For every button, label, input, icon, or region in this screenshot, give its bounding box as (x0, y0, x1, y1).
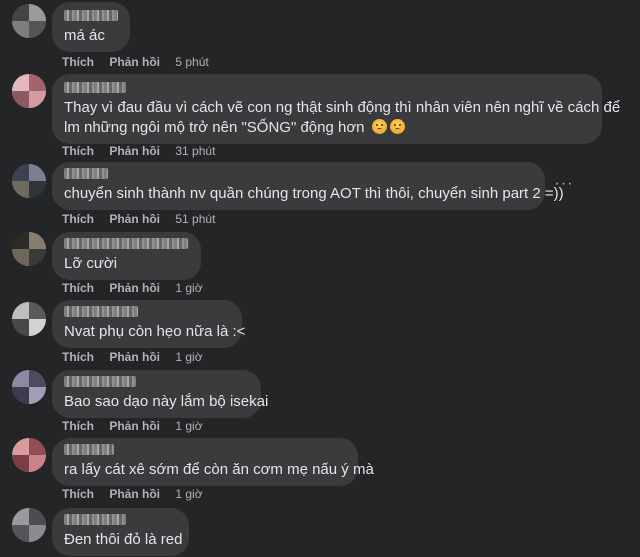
reply-button[interactable]: Phản hồi (109, 55, 160, 69)
comment-text: Đen thôi đỏ là red (64, 531, 183, 548)
comment-text: Bao sao dạo này lắm bộ isekai (64, 393, 269, 410)
comment-bubble: Đen thôi đỏ là red (52, 508, 189, 556)
comment-text: chuyển sinh thành nv quần chúng trong AO… (64, 185, 564, 202)
commenter-name[interactable] (64, 376, 136, 387)
comment-time[interactable]: 1 giờ (175, 350, 202, 364)
like-button[interactable]: Thích (62, 487, 94, 501)
avatar[interactable] (12, 438, 46, 472)
avatar[interactable] (12, 164, 46, 198)
avatar[interactable] (12, 232, 46, 266)
comment-actions: Thích Phản hồi 1 giờ (62, 281, 203, 295)
comment-time[interactable]: 5 phút (175, 55, 208, 69)
crying-face-emoji-icon (371, 119, 387, 134)
reply-button[interactable]: Phản hồi (109, 281, 160, 295)
comment-bubble: má ác (52, 2, 130, 52)
comment-bubble: Lỡ cười (52, 232, 201, 280)
commenter-name[interactable] (64, 10, 118, 21)
comment-actions: Thích Phản hồi 1 giờ (62, 487, 203, 501)
commenter-name[interactable] (64, 306, 138, 317)
comment-time[interactable]: 1 giờ (175, 487, 202, 501)
like-button[interactable]: Thích (62, 144, 94, 158)
comment-text-line-2-text: lm những ngôi mộ trở nên "SỐNG" động hơn (64, 119, 365, 136)
comment-actions: Thích Phản hồi 1 giờ (62, 419, 203, 433)
comment-actions: Thích Phản hồi 5 phút (62, 55, 209, 69)
comment-bubble: chuyển sinh thành nv quần chúng trong AO… (52, 162, 564, 210)
comment-text-line-2: lm những ngôi mộ trở nên "SỐNG" động hơn (64, 118, 590, 138)
like-button[interactable]: Thích (62, 55, 94, 69)
reply-button[interactable]: Phản hồi (109, 212, 160, 226)
commenter-name[interactable] (64, 238, 188, 249)
reply-button[interactable]: Phản hồi (109, 350, 160, 364)
comment-bubble: Nvat phụ còn hẹo nữa là :< (52, 300, 246, 348)
comment-time[interactable]: 31 phút (175, 144, 215, 158)
like-button[interactable]: Thích (62, 419, 94, 433)
crying-face-emoji-icon (389, 119, 405, 134)
avatar[interactable] (12, 370, 46, 404)
comment-text: ra lấy cát xê sớm để còn ăn cơm mẹ nấu ý… (64, 461, 374, 478)
commenter-name[interactable] (64, 168, 108, 179)
comment-actions: Thích Phản hồi 51 phút (62, 212, 215, 226)
more-options-icon[interactable]: ··· (554, 176, 574, 197)
comment-actions: Thích Phản hồi 31 phút (62, 144, 215, 158)
reply-button[interactable]: Phản hồi (109, 487, 160, 501)
commenter-name[interactable] (64, 444, 114, 455)
comment-text: Lỡ cười (64, 255, 118, 272)
comment-time[interactable]: 1 giờ (175, 281, 202, 295)
comment-bubble: Bao sao dạo này lắm bộ isekai (52, 370, 269, 418)
avatar[interactable] (12, 302, 46, 336)
comment-actions: Thích Phản hồi 1 giờ (62, 350, 203, 364)
reply-button[interactable]: Phản hồi (109, 419, 160, 433)
comment-bubble: Thay vì đau đầu vì cách vẽ con ng thật s… (52, 74, 621, 144)
like-button[interactable]: Thích (62, 281, 94, 295)
like-button[interactable]: Thích (62, 212, 94, 226)
commenter-name[interactable] (64, 82, 126, 93)
comment-bubble: ra lấy cát xê sớm để còn ăn cơm mẹ nấu ý… (52, 438, 374, 486)
reply-button[interactable]: Phản hồi (109, 144, 160, 158)
like-button[interactable]: Thích (62, 350, 94, 364)
avatar[interactable] (12, 4, 46, 38)
comment-text-line-1: Thay vì đau đầu vì cách vẽ con ng thật s… (64, 99, 621, 116)
avatar[interactable] (12, 74, 46, 108)
avatar[interactable] (12, 508, 46, 542)
comment-time[interactable]: 1 giờ (175, 419, 202, 433)
commenter-name[interactable] (64, 514, 126, 525)
comment-text: má ác (64, 27, 105, 44)
comment-text: Nvat phụ còn hẹo nữa là :< (64, 323, 246, 340)
comment-time[interactable]: 51 phút (175, 212, 215, 226)
